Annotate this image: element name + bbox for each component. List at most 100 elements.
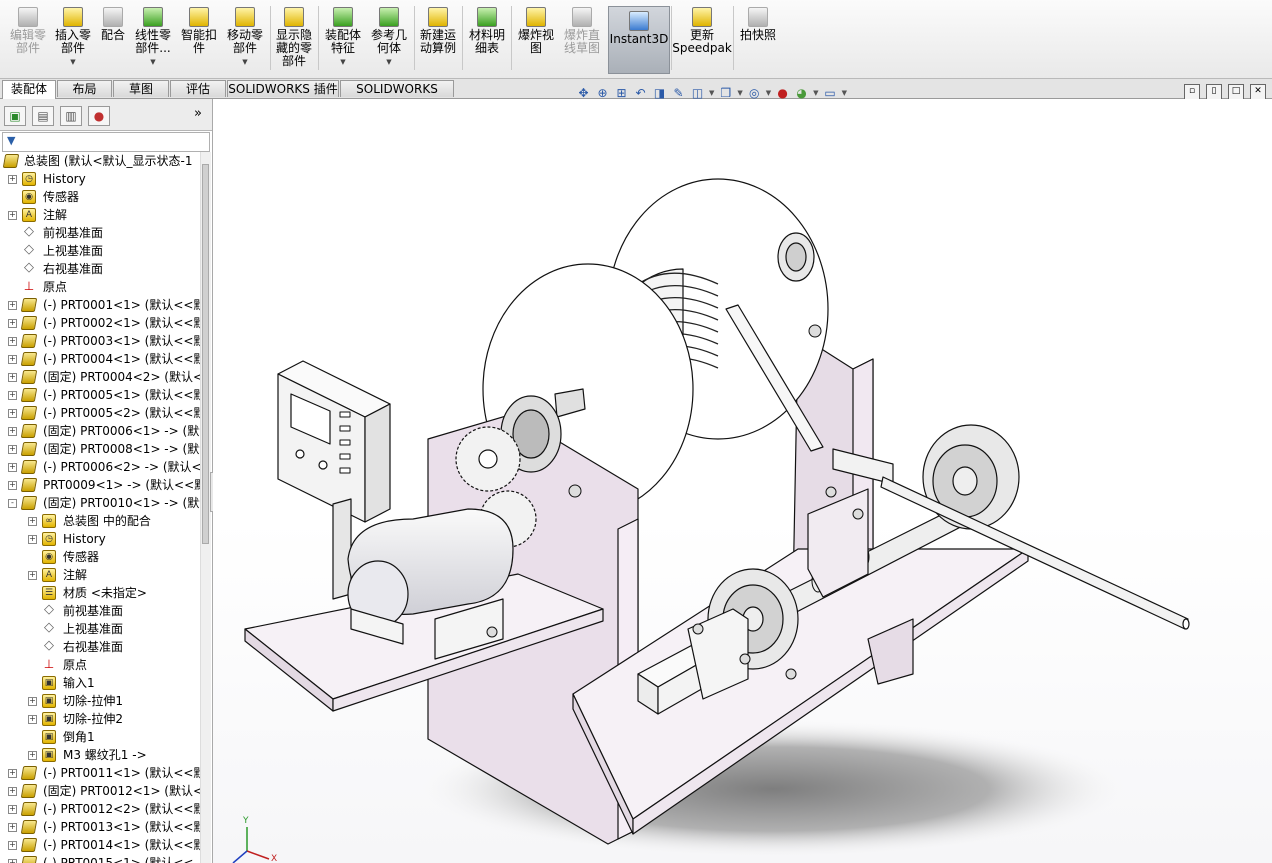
instant3d-button[interactable]: Instant3D bbox=[608, 6, 670, 74]
tree-item[interactable]: + (-) PRT0015<1> (默认<< bbox=[0, 854, 200, 863]
expand-icon[interactable]: + bbox=[28, 517, 37, 526]
expand-icon[interactable]: + bbox=[28, 571, 37, 580]
expand-icon[interactable]: + bbox=[8, 355, 17, 364]
tab-solidworks-addins[interactable]: SOLIDWORKS 插件 bbox=[227, 80, 339, 97]
expand-icon[interactable]: + bbox=[8, 427, 17, 436]
tree-item[interactable]: ◇ 上视基准面 bbox=[0, 620, 200, 638]
tree-item[interactable]: ◇ 右视基准面 bbox=[0, 260, 200, 278]
close-icon[interactable]: ✕ bbox=[1250, 84, 1266, 100]
expand-icon[interactable]: + bbox=[8, 841, 17, 850]
tree-item[interactable]: ⊥ 原点 bbox=[0, 278, 200, 296]
expand-icon[interactable]: + bbox=[8, 337, 17, 346]
tree-item[interactable]: + (固定) PRT0012<1> (默认< bbox=[0, 782, 200, 800]
tree-item[interactable]: + ▣ 切除-拉伸1 bbox=[0, 692, 200, 710]
insert-component-button[interactable]: 插入零 部件 ▼ bbox=[52, 3, 94, 75]
display-manager-tab-icon[interactable]: ● bbox=[88, 106, 110, 126]
maximize-icon[interactable]: □ bbox=[1228, 84, 1244, 100]
expand-icon[interactable]: + bbox=[8, 373, 17, 382]
dropdown-arrow-icon[interactable]: ▼ bbox=[766, 89, 771, 97]
expand-icon[interactable]: + bbox=[8, 445, 17, 454]
tab-solidworks-mbd[interactable]: SOLIDWORKS MBD bbox=[340, 80, 454, 113]
tree-item[interactable]: + (-) PRT0002<1> (默认<<默 bbox=[0, 314, 200, 332]
feature-manager-tab-icon[interactable]: ▣ bbox=[4, 106, 26, 126]
tree-item[interactable]: ⊥ 原点 bbox=[0, 656, 200, 674]
tree-filter[interactable]: ▼ bbox=[2, 132, 210, 152]
property-manager-tab-icon[interactable]: ▤ bbox=[32, 106, 54, 126]
tree-item[interactable]: + (-) PRT0001<1> (默认<<默 bbox=[0, 296, 200, 314]
tree-item[interactable]: + (-) PRT0011<1> (默认<<默 bbox=[0, 764, 200, 782]
expand-icon[interactable]: + bbox=[28, 715, 37, 724]
tree-item[interactable]: - (固定) PRT0010<1> -> (默认 bbox=[0, 494, 200, 512]
expand-icon[interactable]: + bbox=[8, 769, 17, 778]
expand-icon[interactable]: + bbox=[8, 481, 17, 490]
tree-item[interactable]: + (固定) PRT0004<2> (默认< bbox=[0, 368, 200, 386]
dropdown-arrow-icon[interactable]: ▼ bbox=[70, 56, 75, 69]
tree-item[interactable]: + (-) PRT0013<1> (默认<<默 bbox=[0, 818, 200, 836]
tree-item[interactable]: ◇ 前视基准面 bbox=[0, 224, 200, 242]
expand-icon[interactable]: + bbox=[28, 751, 37, 760]
expand-icon[interactable]: + bbox=[8, 391, 17, 400]
smart-fastener-button[interactable]: 智能扣 件 bbox=[178, 3, 220, 75]
tree-item[interactable]: + PRT0009<1> -> (默认<<默认 bbox=[0, 476, 200, 494]
expand-icon[interactable]: + bbox=[8, 301, 17, 310]
tree-item[interactable]: ◉ 传感器 bbox=[0, 548, 200, 566]
move-component-button[interactable]: 移动零 部件 ▼ bbox=[223, 3, 267, 75]
scrollbar-thumb[interactable] bbox=[202, 164, 209, 544]
tree-item[interactable]: + A 注解 bbox=[0, 566, 200, 584]
tree-item[interactable]: + (固定) PRT0008<1> -> (默认 bbox=[0, 440, 200, 458]
expand-icon[interactable]: + bbox=[28, 697, 37, 706]
tree-item[interactable]: + ▣ 切除-拉伸2 bbox=[0, 710, 200, 728]
dropdown-arrow-icon[interactable]: ▼ bbox=[242, 56, 247, 69]
explode-line-sketch-button[interactable]: 爆炸直 线草图 bbox=[558, 3, 606, 75]
tree-item[interactable]: + ▣ M3 螺纹孔1 -> bbox=[0, 746, 200, 764]
update-speedpak-button[interactable]: 更新 Speedpak bbox=[672, 3, 732, 75]
tree-item[interactable]: ◇ 前视基准面 bbox=[0, 602, 200, 620]
expand-icon[interactable]: + bbox=[8, 805, 17, 814]
tree-item[interactable]: ▣ 输入1 bbox=[0, 674, 200, 692]
take-snapshot-button[interactable]: 拍快照 bbox=[736, 3, 780, 75]
reference-geometry-button[interactable]: 参考几 何体 ▼ bbox=[367, 3, 411, 75]
dropdown-arrow-icon[interactable]: ▼ bbox=[150, 56, 155, 69]
show-hidden-components-button[interactable]: 显示隐 藏的零 部件 bbox=[273, 3, 315, 75]
configuration-manager-tab-icon[interactable]: ▥ bbox=[60, 106, 82, 126]
tree-item[interactable]: + (-) PRT0014<1> (默认<<默 bbox=[0, 836, 200, 854]
dropdown-arrow-icon[interactable]: ▼ bbox=[813, 89, 818, 97]
tree-root-assembly[interactable]: 总装图 (默认<默认_显示状态-1 bbox=[0, 152, 200, 170]
tree-item[interactable]: + ∞ 总装图 中的配合 bbox=[0, 512, 200, 530]
new-motion-study-button[interactable]: 新建运 动算例 bbox=[416, 3, 460, 75]
tab-assembly[interactable]: 装配体 bbox=[2, 80, 56, 99]
tree-item[interactable]: ◉ 传感器 bbox=[0, 188, 200, 206]
expand-icon[interactable]: + bbox=[8, 319, 17, 328]
tree-item[interactable]: + ◷ History bbox=[0, 170, 200, 188]
tree-item[interactable]: ◇ 上视基准面 bbox=[0, 242, 200, 260]
tree-item[interactable]: + (-) PRT0005<1> (默认<<默 bbox=[0, 386, 200, 404]
expand-icon[interactable]: + bbox=[8, 463, 17, 472]
tree-item[interactable]: + (-) PRT0005<2> (默认<<默 bbox=[0, 404, 200, 422]
tree-item[interactable]: ◇ 右视基准面 bbox=[0, 638, 200, 656]
tree-item[interactable]: + (-) PRT0004<1> (默认<<默 bbox=[0, 350, 200, 368]
tab-layout[interactable]: 布局 bbox=[57, 80, 112, 97]
dropdown-arrow-icon[interactable]: ▼ bbox=[842, 89, 847, 97]
dropdown-arrow-icon[interactable]: ▼ bbox=[737, 89, 742, 97]
dropdown-arrow-icon[interactable]: ▼ bbox=[340, 56, 345, 69]
dropdown-arrow-icon[interactable]: ▼ bbox=[709, 89, 714, 97]
bill-of-materials-button[interactable]: 材料明 细表 bbox=[465, 3, 509, 75]
tree-item[interactable]: + (固定) PRT0006<1> -> (默认 bbox=[0, 422, 200, 440]
expand-icon[interactable]: + bbox=[8, 823, 17, 832]
tree-item[interactable]: + (-) PRT0012<2> (默认<<默 bbox=[0, 800, 200, 818]
expand-panel-icon[interactable]: » bbox=[194, 106, 202, 121]
assembly-features-button[interactable]: 装配体 特征 ▼ bbox=[321, 3, 365, 75]
tree-item[interactable]: ☰ 材质 <未指定> bbox=[0, 584, 200, 602]
tree-item[interactable]: + (-) PRT0003<1> (默认<<默 bbox=[0, 332, 200, 350]
mate-button[interactable]: 配合 bbox=[96, 3, 130, 75]
expand-icon[interactable]: + bbox=[8, 211, 17, 220]
edit-component-button[interactable]: 编辑零 部件 bbox=[4, 3, 52, 75]
exploded-view-button[interactable]: 爆炸视 图 bbox=[514, 3, 558, 75]
tree-item[interactable]: + A 注解 bbox=[0, 206, 200, 224]
expand-icon[interactable]: + bbox=[8, 787, 17, 796]
linear-pattern-button[interactable]: 线性零 部件... ▼ bbox=[132, 3, 174, 75]
tree-item[interactable]: + ◷ History bbox=[0, 530, 200, 548]
collapse-icon[interactable]: - bbox=[8, 499, 17, 508]
expand-icon[interactable]: + bbox=[8, 409, 17, 418]
tile-icon[interactable]: ▯ bbox=[1206, 84, 1222, 100]
